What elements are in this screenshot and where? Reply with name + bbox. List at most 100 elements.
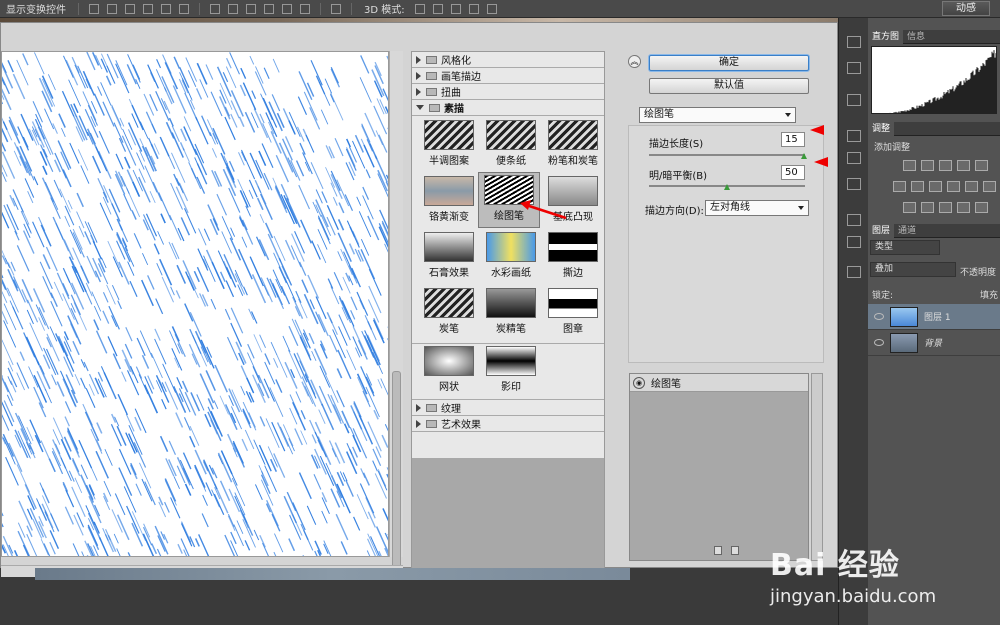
align-bottom-icon[interactable] xyxy=(125,3,135,14)
eye-icon[interactable] xyxy=(874,313,884,320)
filter-thumb[interactable]: 网状 xyxy=(418,344,480,400)
balance-input[interactable]: 50 xyxy=(781,165,805,180)
filter-thumb[interactable]: 水彩画纸 xyxy=(480,230,542,286)
gradient-map-icon[interactable] xyxy=(957,202,970,213)
filter-category[interactable]: 风格化 xyxy=(412,52,604,68)
delete-effect-layer-icon[interactable] xyxy=(731,546,739,555)
thumb-image xyxy=(424,288,474,318)
brush-icon[interactable] xyxy=(847,130,861,142)
vibrance-icon[interactable] xyxy=(975,160,988,171)
curves-icon[interactable] xyxy=(939,160,952,171)
new-effect-layer-icon[interactable] xyxy=(714,546,722,555)
posterize-icon[interactable] xyxy=(921,202,934,213)
align-vcenter-icon[interactable] xyxy=(107,3,117,14)
watermark-brand: Bai 经验 xyxy=(770,548,900,583)
3d-drag-icon[interactable] xyxy=(450,3,461,14)
align-left-icon[interactable] xyxy=(143,3,153,14)
distribute-hcenter-icon[interactable] xyxy=(282,3,292,14)
brightness-icon[interactable] xyxy=(903,160,916,171)
stroke-length-slider[interactable] xyxy=(649,154,805,156)
filter-thumb[interactable]: 粉笔和炭笔 xyxy=(542,118,604,174)
distribute-bottom-icon[interactable] xyxy=(246,3,256,14)
collapse-gallery-icon[interactable]: ︽ xyxy=(628,55,641,68)
stroke-length-knob[interactable] xyxy=(801,153,807,159)
photo-filter-icon[interactable] xyxy=(947,181,960,192)
layer-row-selected[interactable]: 图层 1 xyxy=(868,304,1000,330)
3d-roll-icon[interactable] xyxy=(432,3,443,14)
filter-thumb[interactable]: 半调图案 xyxy=(418,118,480,174)
workspace-button[interactable]: 动感 xyxy=(942,1,990,16)
filter-thumb[interactable]: 图章 xyxy=(542,286,604,342)
distribute-top-icon[interactable] xyxy=(210,3,220,14)
filter-thumb[interactable]: 炭精笔 xyxy=(480,286,542,342)
align-right-icon[interactable] xyxy=(179,3,189,14)
direction-select[interactable]: 左对角线 xyxy=(705,200,809,216)
layer-row[interactable]: 背景 xyxy=(868,330,1000,356)
filter-category[interactable]: 扭曲 xyxy=(412,84,604,100)
tool-presets-icon[interactable] xyxy=(847,152,861,164)
align-top-icon[interactable] xyxy=(89,3,99,14)
color-lookup-icon[interactable] xyxy=(983,181,996,192)
thumb-image xyxy=(486,288,536,318)
3d-rotate-icon[interactable] xyxy=(414,3,425,14)
channel-mixer-icon[interactable] xyxy=(965,181,978,192)
distribute-left-icon[interactable] xyxy=(264,3,274,14)
hue-saturation-icon[interactable] xyxy=(893,181,906,192)
invert-icon[interactable] xyxy=(903,202,916,213)
filter-thumb[interactable]: 撕边 xyxy=(542,230,604,286)
black-white-icon[interactable] xyxy=(929,181,942,192)
adjust-tabs: 调整 xyxy=(868,121,1000,136)
3d-scale-icon[interactable] xyxy=(486,3,497,14)
history-icon[interactable] xyxy=(847,36,861,48)
paragraph-icon[interactable] xyxy=(847,236,861,248)
filter-select[interactable]: 绘图笔 xyxy=(639,107,796,123)
align-hcenter-icon[interactable] xyxy=(161,3,171,14)
clone-source-icon[interactable] xyxy=(847,178,861,190)
thumb-image xyxy=(486,120,536,150)
tab-histogram[interactable]: 直方图 xyxy=(868,29,904,44)
ok-button[interactable]: 确定 xyxy=(649,55,809,71)
filter-thumb[interactable]: 影印 xyxy=(480,344,542,400)
preview-vertical-scrollbar[interactable] xyxy=(389,51,403,576)
filter-thumb[interactable]: 便条纸 xyxy=(480,118,542,174)
selective-color-icon[interactable] xyxy=(975,202,988,213)
blend-mode-select[interactable]: 叠加 xyxy=(870,262,956,277)
play-icon[interactable] xyxy=(847,62,861,74)
3d-slide-icon[interactable] xyxy=(468,3,479,14)
filter-category[interactable]: 纹理 xyxy=(412,400,604,416)
tab-layers[interactable]: 图层 xyxy=(868,223,895,238)
filter-category[interactable]: 画笔描边 xyxy=(412,68,604,84)
filter-thumb-selected[interactable]: 绘图笔 xyxy=(478,172,540,228)
default-button[interactable]: 默认值 xyxy=(649,78,809,94)
layer-filter-select[interactable]: 类型 xyxy=(870,240,940,255)
threshold-icon[interactable] xyxy=(939,202,952,213)
filter-thumb[interactable]: 炭笔 xyxy=(418,286,480,342)
balance-knob[interactable] xyxy=(724,184,730,190)
filter-thumb[interactable]: 基底凸现 xyxy=(542,174,604,230)
filter-thumb[interactable]: 石膏效果 xyxy=(418,230,480,286)
distribute-vcenter-icon[interactable] xyxy=(228,3,238,14)
visibility-eye-icon[interactable]: ◉ xyxy=(633,376,645,389)
levels-icon[interactable] xyxy=(921,160,934,171)
eye-icon[interactable] xyxy=(874,339,884,346)
filter-category-expanded[interactable]: 素描 xyxy=(412,100,604,116)
tab-info[interactable]: 信息 xyxy=(903,30,929,44)
folder-icon xyxy=(426,71,437,80)
tab-adjust[interactable]: 调整 xyxy=(868,121,895,136)
exposure-icon[interactable] xyxy=(957,160,970,171)
tab-channels[interactable]: 通道 xyxy=(894,224,920,238)
stroke-length-input[interactable]: 15 xyxy=(781,132,805,147)
filter-category[interactable]: 艺术效果 xyxy=(412,416,604,432)
distribute-right-icon[interactable] xyxy=(300,3,310,14)
effect-layers-scrollbar[interactable] xyxy=(811,373,823,561)
layers-tabs: 图层 通道 xyxy=(868,223,1000,238)
channels-icon[interactable] xyxy=(847,94,861,106)
color-balance-icon[interactable] xyxy=(911,181,924,192)
character-icon[interactable] xyxy=(847,214,861,226)
scroll-thumb[interactable] xyxy=(392,371,401,576)
3d-cube-icon[interactable] xyxy=(847,266,861,278)
effect-layer-row[interactable]: ◉ 绘图笔 xyxy=(630,374,808,392)
filter-thumb[interactable]: 铬黄渐变 xyxy=(418,174,480,230)
transform-controls-label[interactable]: 显示变换控件 xyxy=(0,1,72,16)
auto-align-icon[interactable] xyxy=(331,3,341,14)
